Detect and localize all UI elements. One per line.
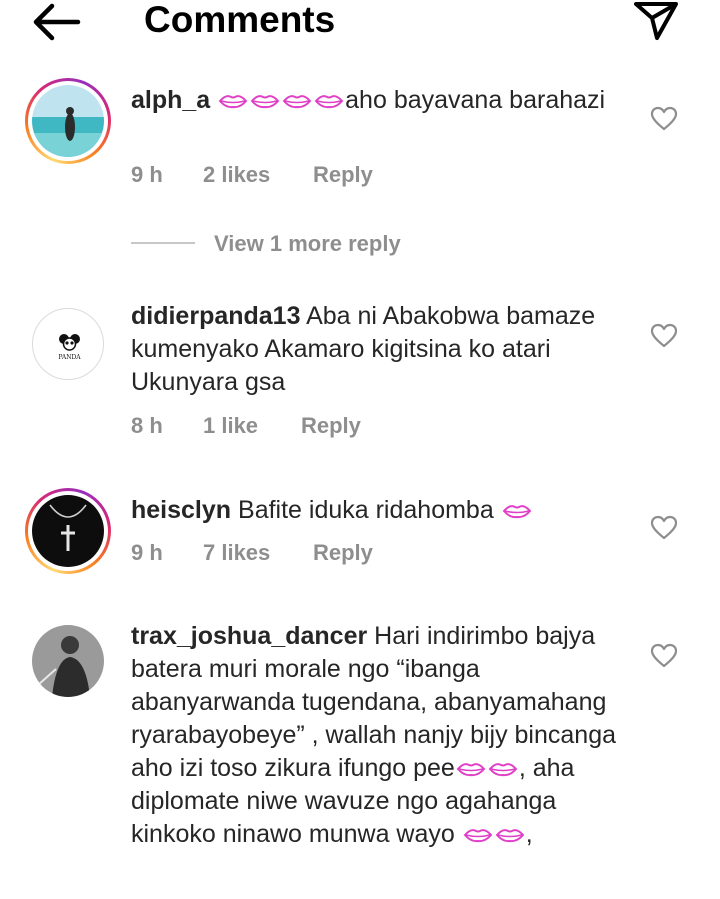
lips-emoji-icon	[488, 761, 518, 777]
comment-body-end: ,	[525, 820, 533, 848]
lips-emoji-icon	[314, 93, 344, 109]
username[interactable]: alph_a	[131, 86, 210, 114]
avatar-story-ring[interactable]	[25, 488, 111, 574]
username[interactable]: heisclyn	[131, 496, 231, 524]
lips-emoji-icon	[218, 93, 248, 109]
heart-icon[interactable]	[650, 515, 678, 541]
comment-time: 8 h	[131, 413, 163, 438]
header-bar: Comments	[0, 0, 720, 48]
comment-time: 9 h	[131, 540, 163, 565]
lips-emoji-icon	[463, 827, 493, 843]
avatar-text: PANDA	[58, 354, 81, 361]
lips-emoji-icon	[495, 827, 525, 843]
comment-text: trax_joshua_dancer Hari indirimbo bajya …	[131, 620, 626, 851]
avatar	[32, 495, 104, 567]
avatar-container[interactable]	[25, 618, 111, 704]
view-more-label: View 1 more reply	[214, 231, 401, 256]
lips-emoji-icon	[282, 93, 312, 109]
avatar	[32, 625, 104, 697]
reply-button[interactable]: Reply	[313, 538, 373, 568]
reply-button[interactable]: Reply	[313, 160, 373, 190]
lips-emoji-icon	[250, 93, 280, 109]
avatar-story-ring[interactable]	[25, 78, 111, 164]
avatar	[32, 85, 104, 157]
comment-body: Bafite iduka ridahomba	[238, 496, 494, 524]
reply-button[interactable]: Reply	[301, 411, 361, 441]
back-arrow-icon[interactable]	[30, 2, 82, 42]
divider	[131, 242, 195, 244]
view-more-replies[interactable]: View 1 more reply	[131, 230, 531, 260]
avatar: PANDA	[32, 308, 104, 380]
username[interactable]: trax_joshua_dancer	[131, 622, 367, 650]
lips-emoji-icon	[456, 761, 486, 777]
lips-emoji-icon	[502, 503, 532, 519]
page-title: Comments	[144, 0, 336, 40]
likes-count[interactable]: 1 like	[203, 411, 258, 441]
comment-text: didierpanda13 Aba ni Abakobwa bamaze kum…	[131, 300, 621, 399]
username[interactable]: didierpanda13	[131, 302, 301, 330]
comment-time: 9 h	[131, 162, 163, 187]
send-icon[interactable]	[630, 0, 680, 42]
heart-icon[interactable]	[650, 323, 678, 349]
likes-count[interactable]: 2 likes	[203, 160, 270, 190]
comment-text: heisclyn Bafite iduka ridahomba	[131, 494, 631, 527]
avatar-container[interactable]: PANDA	[25, 301, 111, 387]
comment-text: alph_a aho bayavana barahazi	[131, 84, 631, 117]
heart-icon[interactable]	[650, 106, 678, 132]
comment-body: aho bayavana barahazi	[345, 86, 606, 114]
heart-icon[interactable]	[650, 643, 678, 669]
likes-count[interactable]: 7 likes	[203, 538, 270, 568]
